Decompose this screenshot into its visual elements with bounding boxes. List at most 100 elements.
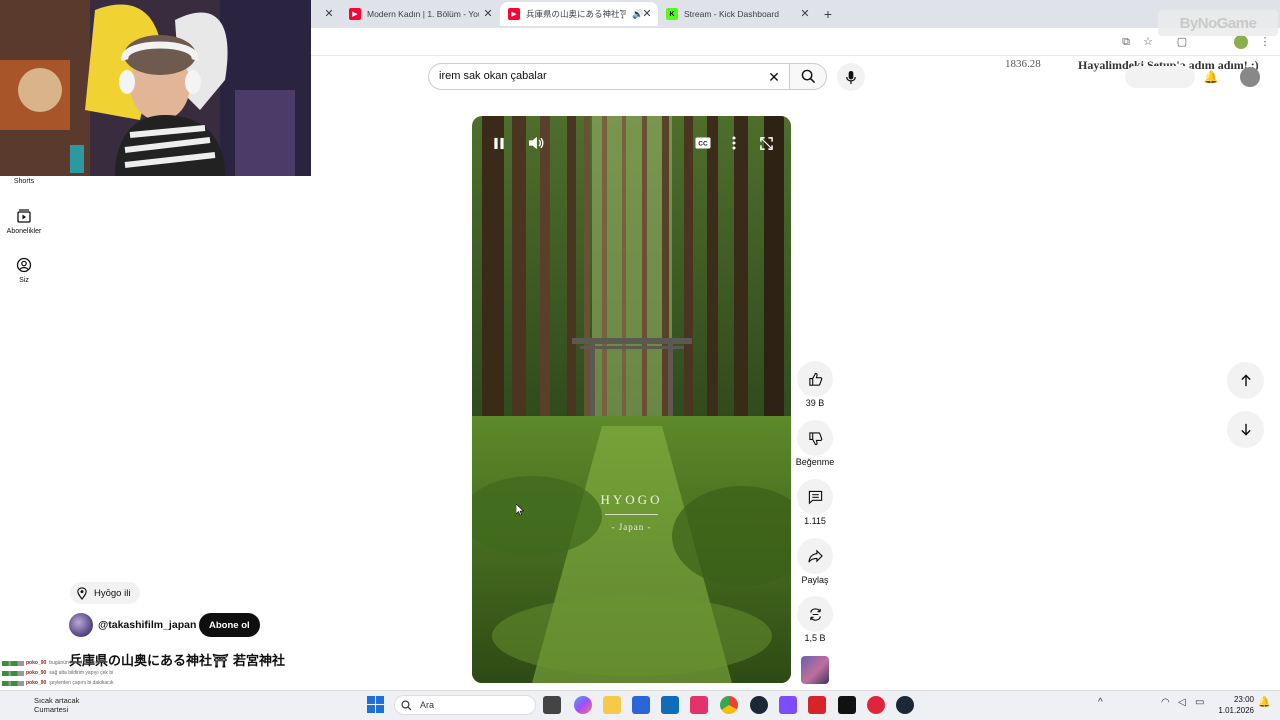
account-avatar[interactable] bbox=[1240, 67, 1260, 87]
microphone-icon bbox=[846, 70, 856, 84]
app-icon[interactable] bbox=[690, 696, 708, 714]
chat-badges-icon bbox=[2, 681, 24, 686]
search-button[interactable] bbox=[789, 63, 827, 90]
more-options-button[interactable] bbox=[722, 131, 746, 155]
steam-icon[interactable] bbox=[896, 696, 914, 714]
tray-overflow-icon[interactable]: ^ bbox=[1098, 697, 1103, 708]
tab-close-icon[interactable]: ✕ bbox=[321, 6, 337, 22]
weather-widget[interactable]: Sıcak artacak Cumartesi bbox=[34, 696, 79, 714]
new-tab-button[interactable]: + bbox=[820, 6, 836, 22]
subscriptions-icon bbox=[17, 209, 31, 223]
sidebar-item-label: Abonelikler bbox=[6, 228, 42, 235]
channel-thumbnail[interactable] bbox=[801, 656, 829, 684]
location-chip[interactable]: Hyōgo ili bbox=[70, 582, 141, 604]
task-view-icon[interactable] bbox=[543, 696, 561, 714]
create-button[interactable] bbox=[1125, 66, 1195, 88]
chat-badges-icon bbox=[2, 671, 24, 676]
remix-button[interactable] bbox=[797, 596, 833, 632]
volume-button[interactable] bbox=[524, 131, 548, 155]
browser-menu-icon[interactable]: ⋮ bbox=[1257, 34, 1273, 50]
profile-avatar-icon[interactable] bbox=[1234, 35, 1248, 49]
taskbar-clock[interactable]: 23:00 1.01.2026 bbox=[1218, 694, 1254, 716]
battery-icon[interactable]: ▭ bbox=[1195, 697, 1204, 708]
extensions-icon[interactable]: ▢ bbox=[1174, 34, 1190, 50]
comment-count: 1.115 bbox=[804, 516, 826, 526]
tab-title: 兵庫県の山奥にある神社⛩ bbox=[526, 9, 626, 19]
app-icon[interactable] bbox=[808, 696, 826, 714]
dislike-button[interactable] bbox=[797, 420, 833, 456]
chrome-icon[interactable] bbox=[720, 696, 738, 714]
tab-kick-dashboard[interactable]: K Stream - Kick Dashboard bbox=[666, 2, 796, 26]
copilot-icon[interactable] bbox=[574, 696, 592, 714]
voice-search-button[interactable] bbox=[837, 63, 865, 91]
weather-day: Cumartesi bbox=[34, 705, 69, 714]
weather-headline: Sıcak artacak bbox=[34, 696, 80, 705]
microsoft-store-icon[interactable] bbox=[632, 696, 650, 714]
webcam-overlay bbox=[0, 0, 311, 176]
share-button[interactable] bbox=[797, 538, 833, 574]
sidebar-item-shorts[interactable]: Shorts bbox=[0, 178, 48, 185]
browser-toolbar bbox=[311, 28, 1280, 56]
youtube-favicon-icon: ▶ bbox=[349, 8, 361, 20]
tab-close-icon[interactable]: ✕ bbox=[797, 6, 813, 22]
bookmark-star-icon[interactable]: ☆ bbox=[1140, 34, 1156, 50]
captions-button[interactable]: CC bbox=[691, 131, 715, 155]
obs-icon[interactable] bbox=[750, 696, 768, 714]
volume-icon[interactable]: ◁ bbox=[1178, 697, 1186, 708]
like-button[interactable] bbox=[797, 361, 833, 397]
tab-close-icon[interactable]: ✕ bbox=[639, 6, 655, 22]
stream-timer: 1836.28 bbox=[1005, 58, 1041, 70]
arrow-up-icon bbox=[1240, 374, 1251, 387]
chat-message: poko_90 sağ alta bildirim yapıyı çek bi bbox=[2, 669, 113, 678]
pause-button[interactable] bbox=[487, 131, 511, 155]
fullscreen-icon bbox=[759, 136, 773, 150]
sidebar-item-you[interactable]: Siz bbox=[0, 257, 48, 284]
dislike-label: Beğenme bbox=[795, 457, 835, 467]
thumbs-down-icon bbox=[808, 431, 822, 445]
tiktok-icon[interactable] bbox=[838, 696, 856, 714]
sidebar-item-subscriptions[interactable]: Abonelikler bbox=[0, 208, 48, 235]
taskbar-search[interactable]: Ara bbox=[394, 695, 536, 715]
cc-icon: CC bbox=[695, 137, 711, 149]
next-video-button[interactable] bbox=[1227, 411, 1264, 448]
install-app-icon[interactable]: ⧉ bbox=[1118, 34, 1134, 50]
caption-divider bbox=[605, 514, 658, 515]
tab-hyogo-shrine[interactable]: ▶ 兵庫県の山奥にある神社⛩ 🔊 bbox=[500, 2, 658, 26]
remix-count: 1,5 B bbox=[804, 633, 826, 643]
outlook-icon[interactable] bbox=[661, 696, 679, 714]
video-title: 兵庫県の山奥にある神社⛩ 若宮神社 bbox=[69, 654, 286, 669]
notifications-bell-icon[interactable]: 🔔 bbox=[1203, 70, 1219, 86]
tab-close-icon[interactable]: ✕ bbox=[480, 6, 496, 22]
comments-button[interactable] bbox=[797, 479, 833, 515]
location-label: Hyōgo ili bbox=[94, 587, 131, 599]
like-count: 39 B bbox=[805, 398, 825, 408]
chat-badges-icon bbox=[2, 661, 24, 666]
share-icon bbox=[807, 549, 823, 563]
chat-message: poko_90 şeylerden çapını bi dakikacık bbox=[2, 679, 114, 688]
clear-search-icon[interactable]: ✕ bbox=[766, 69, 782, 85]
file-explorer-icon[interactable] bbox=[603, 696, 621, 714]
previous-video-button[interactable] bbox=[1227, 362, 1264, 399]
channel-name[interactable]: @takashifilm_japan bbox=[98, 619, 196, 631]
fullscreen-button[interactable] bbox=[754, 131, 778, 155]
notification-center-icon[interactable]: 🔔 bbox=[1258, 697, 1270, 708]
tab-modern-kadin[interactable]: ▶ Modern Kadın | 1. Bölüm - You bbox=[349, 2, 479, 26]
pause-icon bbox=[494, 137, 504, 149]
search-icon bbox=[801, 69, 815, 84]
shorts-video-player[interactable]: CC HYOGO - Japan - bbox=[472, 116, 791, 683]
comment-icon bbox=[808, 490, 822, 504]
app-icon[interactable] bbox=[779, 696, 797, 714]
opera-icon[interactable] bbox=[867, 696, 885, 714]
share-label: Paylaş bbox=[801, 575, 829, 585]
search-input[interactable] bbox=[439, 70, 759, 82]
windows-start-icon[interactable] bbox=[367, 696, 384, 713]
wifi-icon[interactable]: ◠ bbox=[1161, 697, 1170, 708]
chat-message: poko_90 bugünün temel günleri bbox=[2, 659, 99, 668]
subscribe-button[interactable]: Abone ol bbox=[199, 613, 260, 637]
svg-text:CC: CC bbox=[698, 141, 708, 148]
taskbar-date: 1.01.2026 bbox=[1218, 706, 1254, 715]
channel-avatar[interactable] bbox=[69, 613, 93, 637]
bynogame-watermark: ByNoGame bbox=[1158, 10, 1278, 36]
webcam-feed bbox=[0, 0, 311, 176]
kick-favicon-icon: K bbox=[666, 8, 678, 20]
